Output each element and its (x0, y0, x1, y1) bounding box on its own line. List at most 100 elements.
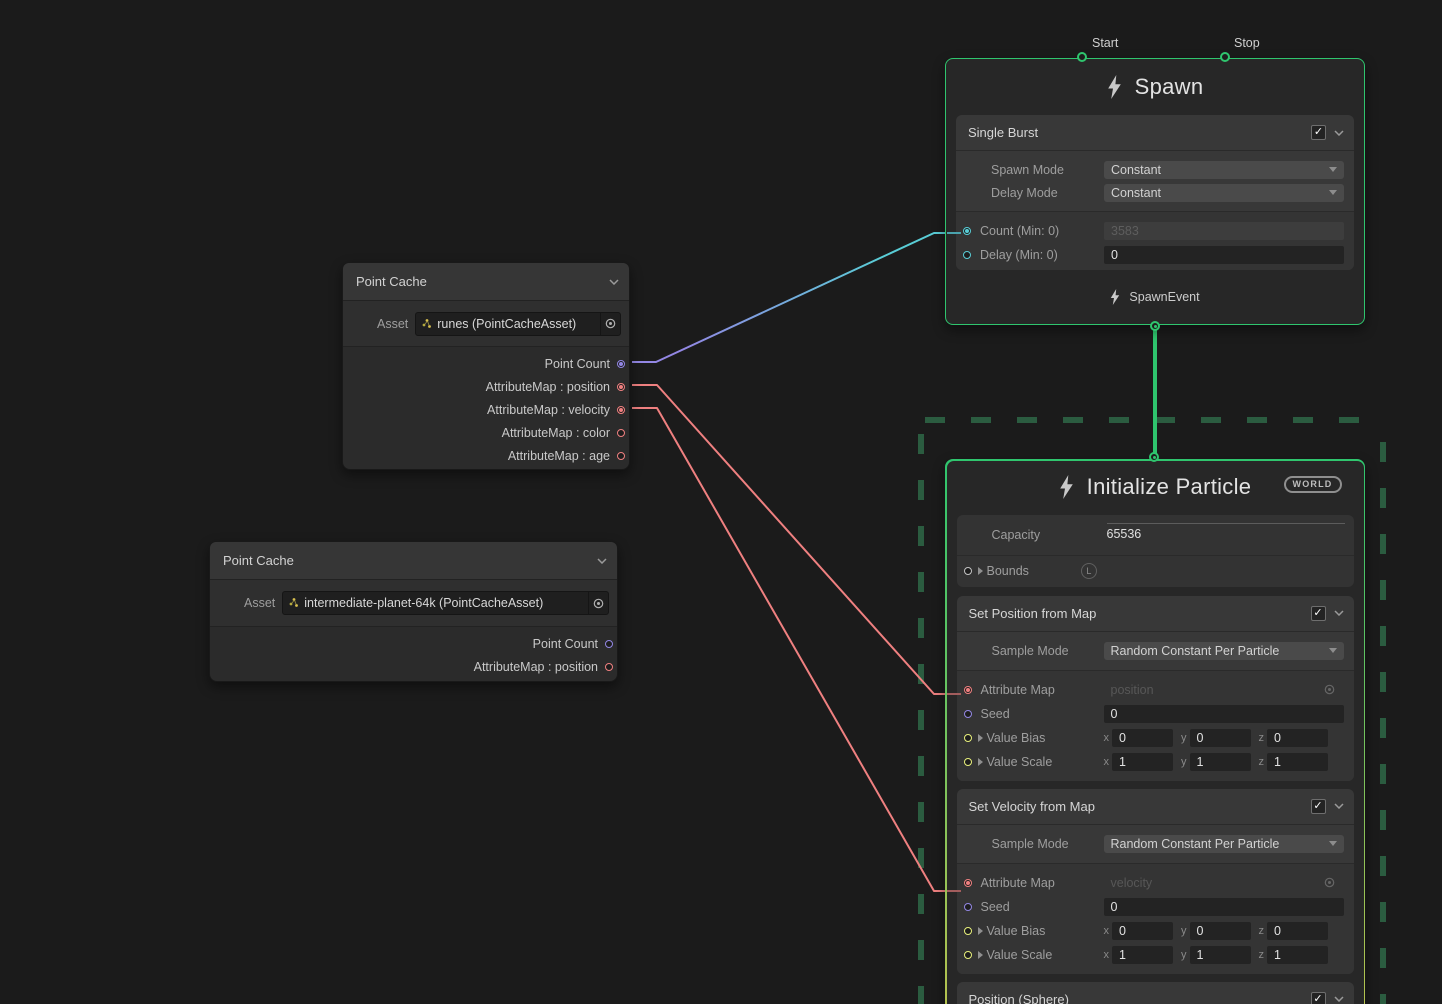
attribute-map-label: Attribute Map (981, 876, 1104, 890)
value-bias-y-field[interactable]: 0 (1190, 922, 1251, 940)
attributemap-position-output-port[interactable] (605, 663, 613, 671)
value-bias-x-field[interactable]: 0 (1112, 729, 1173, 747)
value-scale-y-field[interactable]: 1 (1190, 753, 1251, 771)
stop-flow-port[interactable] (1220, 52, 1230, 62)
delay-field[interactable]: 0 (1104, 246, 1344, 264)
point-count-output-port[interactable] (617, 360, 625, 368)
chevron-down-icon[interactable] (1334, 610, 1344, 616)
capacity-bounds-box: Capacity 65536 Bounds L (957, 515, 1354, 587)
expander-icon[interactable] (978, 758, 983, 766)
count-input-port[interactable] (963, 227, 971, 235)
spawnevent-label: SpawnEvent (1129, 290, 1199, 304)
edge-pointcount-to-count[interactable] (632, 233, 947, 362)
initialize-particle-node[interactable]: Initialize Particle WORLD Capacity 65536… (945, 459, 1365, 1004)
attributemap-position-output-port[interactable] (617, 383, 625, 391)
expander-icon[interactable] (978, 734, 983, 742)
value-scale-z-field[interactable]: 1 (1267, 946, 1328, 964)
asset-object-field[interactable]: intermediate-planet-64k (PointCacheAsset… (282, 591, 609, 615)
asset-label: Asset (377, 317, 408, 331)
object-picker-icon[interactable] (600, 313, 620, 335)
chevron-down-icon[interactable] (609, 279, 619, 285)
point-cache-node-runes[interactable]: Point Cache Asset runes (PointCacheAsset… (342, 262, 630, 470)
set-velocity-from-map-block[interactable]: Set Velocity from Map Sample Mode Random… (957, 789, 1354, 974)
attribute-map-field: velocity (1104, 873, 1344, 892)
axis-y-label: y (1181, 732, 1187, 744)
value-bias-z-field[interactable]: 0 (1267, 922, 1328, 940)
space-world-badge[interactable]: WORLD (1284, 476, 1342, 493)
value-scale-z-field[interactable]: 1 (1267, 753, 1328, 771)
attribute-map-input-port[interactable] (964, 879, 972, 887)
initialize-input-port[interactable] (1149, 452, 1159, 462)
delay-value: 0 (1111, 248, 1118, 262)
value-bias-y-field[interactable]: 0 (1190, 729, 1251, 747)
value-bias-input-port[interactable] (964, 734, 972, 742)
seed-input-port[interactable] (964, 710, 972, 718)
sample-mode-dropdown[interactable]: Random Constant Per Particle (1104, 642, 1344, 660)
object-picker-icon[interactable] (588, 592, 608, 614)
vfx-graph-canvas[interactable]: Start Stop Spawn Single Burst Spawn Mode (0, 0, 1442, 1004)
block-enabled-checkbox[interactable] (1311, 606, 1326, 621)
value-scale-input-port[interactable] (964, 951, 972, 959)
point-count-output-port[interactable] (605, 640, 613, 648)
single-burst-block[interactable]: Single Burst Spawn Mode Constant Delay M… (956, 115, 1354, 270)
lightning-icon (1107, 75, 1122, 99)
block-title: Position (Sphere) (969, 992, 1311, 1004)
delay-input-port[interactable] (963, 251, 971, 259)
asset-object-field[interactable]: runes (PointCacheAsset) (415, 312, 621, 336)
block-enabled-checkbox[interactable] (1311, 992, 1326, 1004)
seed-input-port[interactable] (964, 903, 972, 911)
bounds-local-badge[interactable]: L (1081, 563, 1097, 579)
count-value: 3583 (1111, 224, 1139, 238)
value: 0 (1274, 731, 1281, 745)
value-scale-y-field[interactable]: 1 (1190, 946, 1251, 964)
value-bias-z-field[interactable]: 0 (1267, 729, 1328, 747)
chevron-down-icon[interactable] (597, 558, 607, 564)
seed-field[interactable]: 0 (1104, 898, 1344, 916)
start-flow-port[interactable] (1077, 52, 1087, 62)
chevron-down-icon[interactable] (1334, 996, 1344, 1002)
edge-velocity-map-to-setvelocity[interactable] (632, 408, 947, 891)
attribute-map-input-port[interactable] (964, 686, 972, 694)
value-scale-x-field[interactable]: 1 (1112, 753, 1173, 771)
edge-position-map-to-setposition[interactable] (632, 385, 947, 694)
position-sphere-block[interactable]: Position (Sphere) (957, 982, 1354, 1004)
output-label: AttributeMap : position (474, 660, 598, 674)
attributemap-age-output-port[interactable] (617, 452, 625, 460)
block-enabled-checkbox[interactable] (1311, 799, 1326, 814)
sample-mode-value: Random Constant Per Particle (1111, 837, 1280, 851)
spawn-title-row: Spawn (946, 59, 1364, 115)
capacity-field[interactable]: 65536 (1107, 523, 1345, 555)
asset-label: Asset (244, 596, 275, 610)
value-scale-input-port[interactable] (964, 758, 972, 766)
point-cache-node-planet[interactable]: Point Cache Asset intermediate-planet-64… (209, 541, 618, 682)
chevron-down-icon[interactable] (1334, 130, 1344, 136)
delay-mode-dropdown[interactable]: Constant (1104, 184, 1344, 202)
attributemap-color-output-port[interactable] (617, 429, 625, 437)
value-bias-x-field[interactable]: 0 (1112, 922, 1173, 940)
spawn-mode-dropdown[interactable]: Constant (1104, 161, 1344, 179)
seed-field[interactable]: 0 (1104, 705, 1344, 723)
expander-icon[interactable] (978, 951, 983, 959)
value: 1 (1274, 755, 1281, 769)
set-position-from-map-block[interactable]: Set Position from Map Sample Mode Random… (957, 596, 1354, 781)
attribute-map-value: velocity (1111, 876, 1320, 890)
object-picker-icon (1320, 679, 1340, 701)
spawn-mode-label: Spawn Mode (991, 163, 1104, 177)
value-bias-label: Value Bias (987, 731, 1104, 745)
dropdown-arrow-icon (1329, 167, 1337, 172)
spawnevent-output-port[interactable] (1150, 321, 1160, 331)
attribute-map-field: position (1104, 680, 1344, 699)
axis-x-label: x (1104, 925, 1110, 937)
spawn-mode-value: Constant (1111, 163, 1161, 177)
value-bias-input-port[interactable] (964, 927, 972, 935)
expander-icon[interactable] (978, 927, 983, 935)
bounds-input-port[interactable] (964, 567, 972, 575)
attributemap-velocity-output-port[interactable] (617, 406, 625, 414)
value-scale-x-field[interactable]: 1 (1112, 946, 1173, 964)
block-enabled-checkbox[interactable] (1311, 125, 1326, 140)
axis-y-label: y (1181, 756, 1187, 768)
spawn-node[interactable]: Start Stop Spawn Single Burst Spawn Mode (945, 58, 1365, 325)
chevron-down-icon[interactable] (1334, 803, 1344, 809)
expander-icon[interactable] (978, 567, 983, 575)
sample-mode-dropdown[interactable]: Random Constant Per Particle (1104, 835, 1344, 853)
